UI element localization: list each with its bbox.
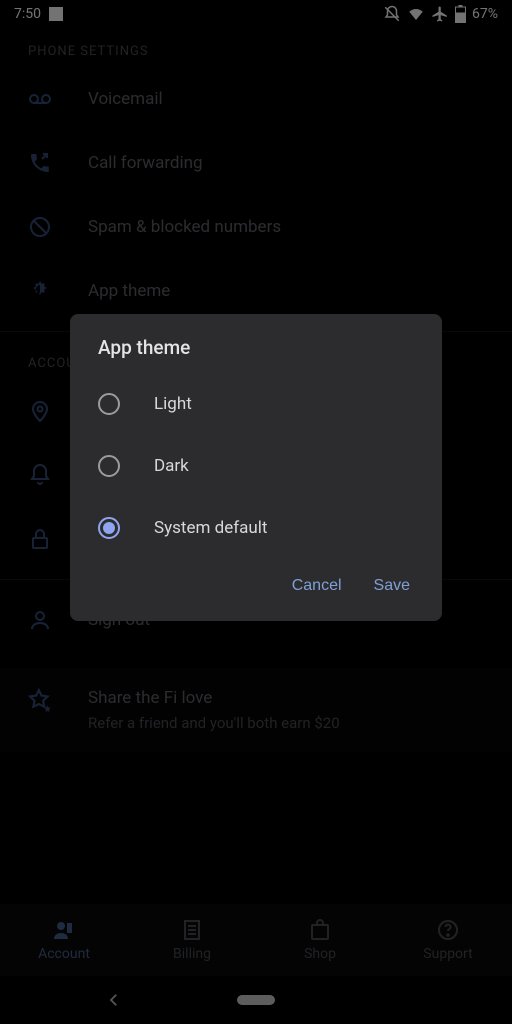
radio-icon xyxy=(98,455,120,477)
option-label: Light xyxy=(154,394,192,414)
dialog-title: App theme xyxy=(70,314,442,373)
radio-icon xyxy=(98,393,120,415)
option-label: System default xyxy=(154,518,267,538)
option-dark[interactable]: Dark xyxy=(70,435,442,497)
cancel-button[interactable]: Cancel xyxy=(292,577,342,595)
option-system-default[interactable]: System default xyxy=(70,497,442,559)
app-theme-dialog: App theme Light Dark System default Canc… xyxy=(70,314,442,621)
option-light[interactable]: Light xyxy=(70,373,442,435)
radio-icon xyxy=(98,517,120,539)
option-label: Dark xyxy=(154,456,189,476)
save-button[interactable]: Save xyxy=(374,577,410,595)
